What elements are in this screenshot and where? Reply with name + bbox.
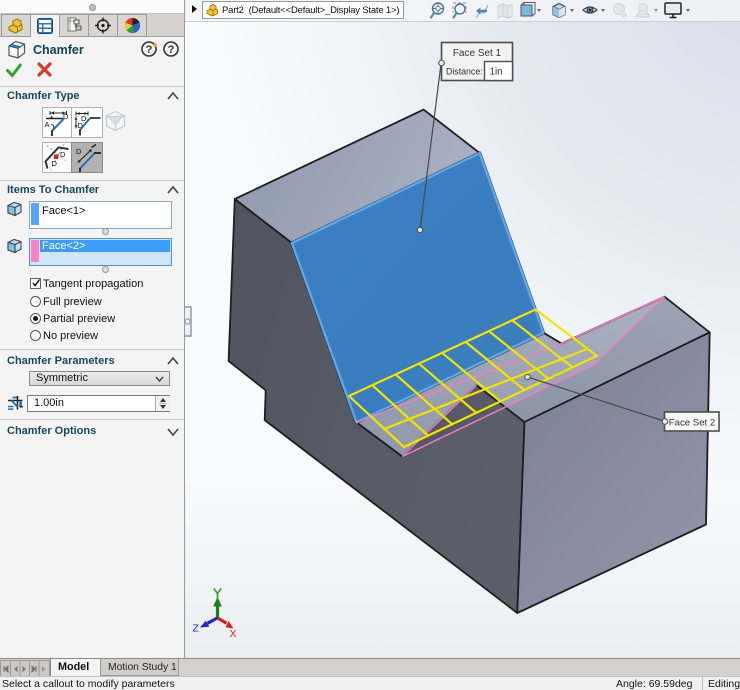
svg-text:Face Set 1: Face Set 1 [453, 48, 502, 59]
svg-text:D: D [76, 147, 82, 156]
svg-text:D: D [52, 159, 58, 168]
svg-text:?: ? [146, 44, 153, 56]
svg-text:D: D [60, 150, 66, 159]
svg-text:1in: 1in [490, 67, 503, 78]
svg-text:X: X [230, 628, 237, 640]
svg-text:Face Set 2: Face Set 2 [669, 418, 715, 429]
svg-text:Distance:: Distance: [446, 67, 483, 77]
svg-text:?: ? [168, 44, 175, 56]
svg-text:Z: Z [193, 623, 200, 635]
svg-text:A: A [45, 120, 50, 129]
